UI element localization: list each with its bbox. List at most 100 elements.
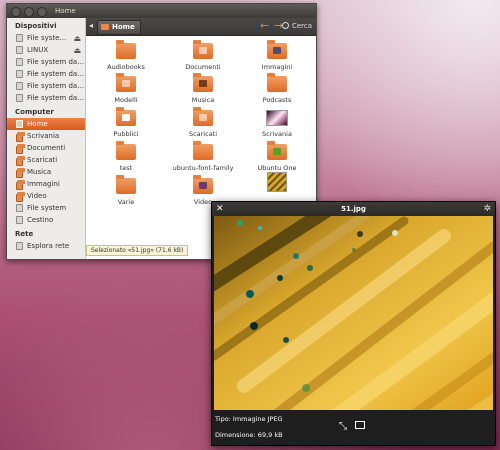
file-label: Immagini — [261, 63, 293, 71]
file-item-modelli[interactable]: Modelli — [86, 73, 166, 104]
folder-icon — [116, 40, 136, 59]
folder-icon — [16, 168, 25, 178]
sidebar-item-label: File system da… — [27, 58, 85, 66]
downloads-folder-icon — [193, 107, 213, 126]
image-preview-window: ✕ 51.jpg ✲ Tipo: Immagine JPEG Dimension… — [211, 201, 496, 446]
sidebar-item-label: Scrivania — [27, 132, 60, 140]
folder-icon — [16, 192, 25, 202]
sidebar-item-label: Cestino — [27, 216, 54, 224]
trash-icon — [16, 216, 23, 224]
image-thumbnail-icon — [266, 110, 288, 126]
search-button[interactable]: Cerca — [281, 21, 312, 32]
sidebar-item-documenti[interactable]: Documenti — [7, 142, 85, 154]
file-item-documenti[interactable]: Documenti — [163, 40, 243, 71]
file-item-audiobooks[interactable]: Audiobooks — [86, 40, 166, 71]
titlebar: Home — [7, 4, 316, 18]
sidebar-item-label: File syste… — [27, 34, 67, 42]
folder-icon — [116, 175, 136, 194]
music-folder-icon — [193, 73, 213, 92]
minimize-window-button[interactable] — [24, 7, 34, 17]
window-controls — [11, 7, 47, 17]
sidebar-item-drive-1[interactable]: File syste… ⏏ — [7, 32, 85, 44]
file-item-immagini[interactable]: Immagini — [237, 40, 317, 71]
sidebar-item-label: File system da… — [27, 70, 85, 78]
file-item-test[interactable]: test — [86, 141, 166, 172]
open-with-icon[interactable] — [355, 421, 365, 429]
search-label: Cerca — [291, 22, 312, 30]
preview-title: 51.jpg — [341, 205, 366, 213]
sidebar-item-cestino[interactable]: Cestino — [7, 214, 85, 226]
file-item-musica[interactable]: Musica — [163, 73, 243, 104]
breadcrumb-home[interactable]: Home — [97, 20, 141, 35]
file-label: Podcasts — [262, 96, 292, 104]
folder-icon — [16, 156, 25, 166]
file-item-varie[interactable]: Varie — [86, 175, 166, 206]
sidebar-item-label: File system da… — [27, 94, 85, 102]
drive-icon — [16, 46, 23, 54]
sidebar-item-home[interactable]: Home — [7, 118, 85, 130]
folder-icon — [16, 132, 25, 142]
folder-icon — [267, 73, 287, 92]
sidebar-item-label: Musica — [27, 168, 52, 176]
breadcrumb-label: Home — [112, 23, 135, 31]
sidebar-item-label: Home — [27, 120, 48, 128]
file-item-scaricati[interactable]: Scaricati — [163, 107, 243, 138]
sidebar-section-computer: Computer Home Scrivania Documenti Scaric… — [7, 104, 85, 226]
sidebar-header: Dispositivi — [15, 22, 57, 30]
sidebar-item-video[interactable]: Video — [7, 190, 85, 202]
file-label: Modelli — [114, 96, 138, 104]
file-label: Audiobooks — [107, 63, 145, 71]
file-item-ubuntu-one[interactable]: Ubuntu One — [237, 141, 317, 172]
sidebar-item-scaricati[interactable]: Scaricati — [7, 154, 85, 166]
drive-icon — [16, 34, 23, 42]
folder-icon — [116, 141, 136, 160]
file-item-51-jpg[interactable] — [237, 172, 317, 194]
folder-icon — [16, 180, 25, 190]
preview-titlebar: ✕ 51.jpg ✲ — [212, 202, 495, 216]
sidebar-item-drive-6[interactable]: File system da… — [7, 92, 85, 104]
pictures-folder-icon — [267, 40, 287, 59]
drive-icon — [16, 82, 23, 90]
home-folder-icon — [101, 24, 109, 30]
sidebar-item-label: Video — [27, 192, 47, 200]
eject-icon[interactable]: ⏏ — [73, 45, 81, 56]
home-icon — [16, 120, 23, 128]
file-item-ubuntu-font-family[interactable]: ubuntu-font-family — [163, 141, 243, 172]
gear-icon[interactable]: ✲ — [483, 202, 491, 216]
file-item-pubblici[interactable]: Pubblici — [86, 107, 166, 138]
photo-drawing — [214, 216, 493, 410]
folder-icon — [193, 141, 213, 160]
ubuntu-one-folder-icon — [267, 141, 287, 160]
sidebar: Dispositivi File syste… ⏏ LINUX ⏏ File sys… — [7, 18, 86, 259]
file-label: Scrivania — [262, 130, 292, 138]
sidebar-item-drive-4[interactable]: File system da… — [7, 68, 85, 80]
sidebar-item-file-system[interactable]: File system — [7, 202, 85, 214]
maximize-window-button[interactable] — [37, 7, 47, 17]
close-window-button[interactable] — [11, 7, 21, 17]
sidebar-item-label: Documenti — [27, 144, 66, 152]
sidebar-item-immagini[interactable]: Immagini — [7, 178, 85, 190]
sidebar-item-drive-3[interactable]: File system da… — [7, 56, 85, 68]
sidebar-item-label: File system — [27, 204, 67, 212]
sidebar-item-linux[interactable]: LINUX ⏏ — [7, 44, 85, 56]
drive-icon — [16, 204, 23, 212]
history-back-icon[interactable]: ◂ — [89, 21, 93, 30]
file-label: Ubuntu One — [257, 164, 297, 172]
back-arrow-icon[interactable]: ← — [260, 19, 269, 33]
file-label: Varie — [117, 198, 135, 206]
window-title: Home — [55, 7, 76, 15]
sidebar-item-drive-5[interactable]: File system da… — [7, 80, 85, 92]
status-bar: Selezionato «51.jpg» (71,6 kB) — [86, 245, 189, 256]
fullscreen-icon[interactable]: ⤡ — [339, 421, 347, 432]
file-label: ubuntu-font-family — [172, 164, 234, 172]
sidebar-item-scrivania[interactable]: Scrivania — [7, 130, 85, 142]
file-label: Pubblici — [113, 130, 139, 138]
sidebar-item-musica[interactable]: Musica — [7, 166, 85, 178]
eject-icon[interactable]: ⏏ — [73, 33, 81, 44]
sidebar-item-esplora-rete[interactable]: Esplora rete — [7, 240, 85, 252]
file-item-podcasts[interactable]: Podcasts — [237, 73, 317, 104]
file-label: Musica — [191, 96, 215, 104]
file-item-scrivania[interactable]: Scrivania — [237, 108, 317, 138]
templates-folder-icon — [116, 73, 136, 92]
close-icon[interactable]: ✕ — [216, 202, 224, 216]
